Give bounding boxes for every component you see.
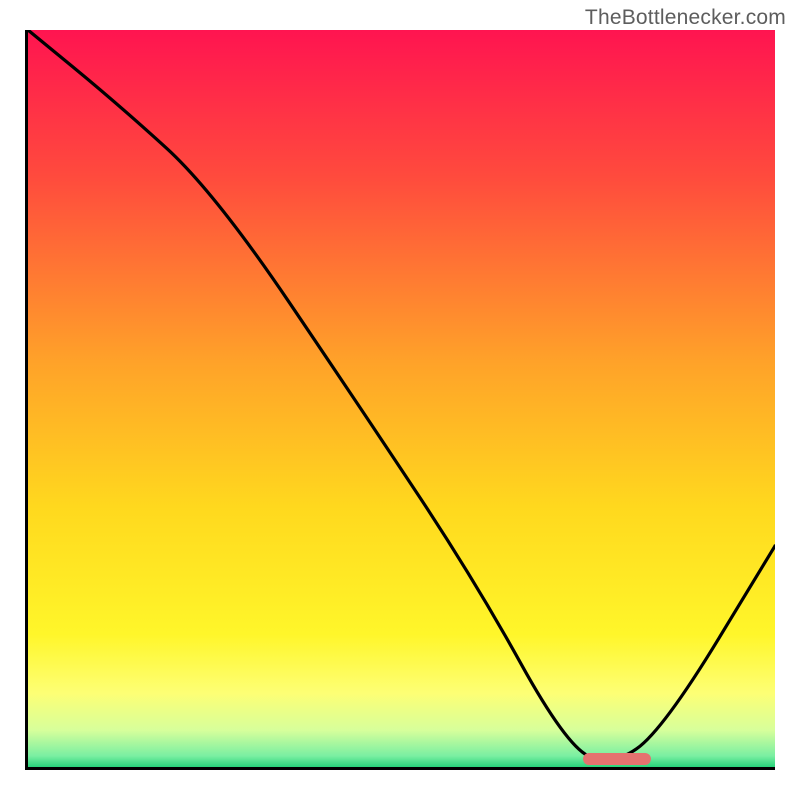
watermark-text: TheBottlenecker.com bbox=[585, 6, 786, 30]
chart-container: TheBottlenecker.com bbox=[0, 0, 800, 800]
optimal-range-marker bbox=[583, 753, 651, 765]
gradient-background bbox=[28, 30, 775, 767]
plot-area bbox=[25, 30, 775, 770]
